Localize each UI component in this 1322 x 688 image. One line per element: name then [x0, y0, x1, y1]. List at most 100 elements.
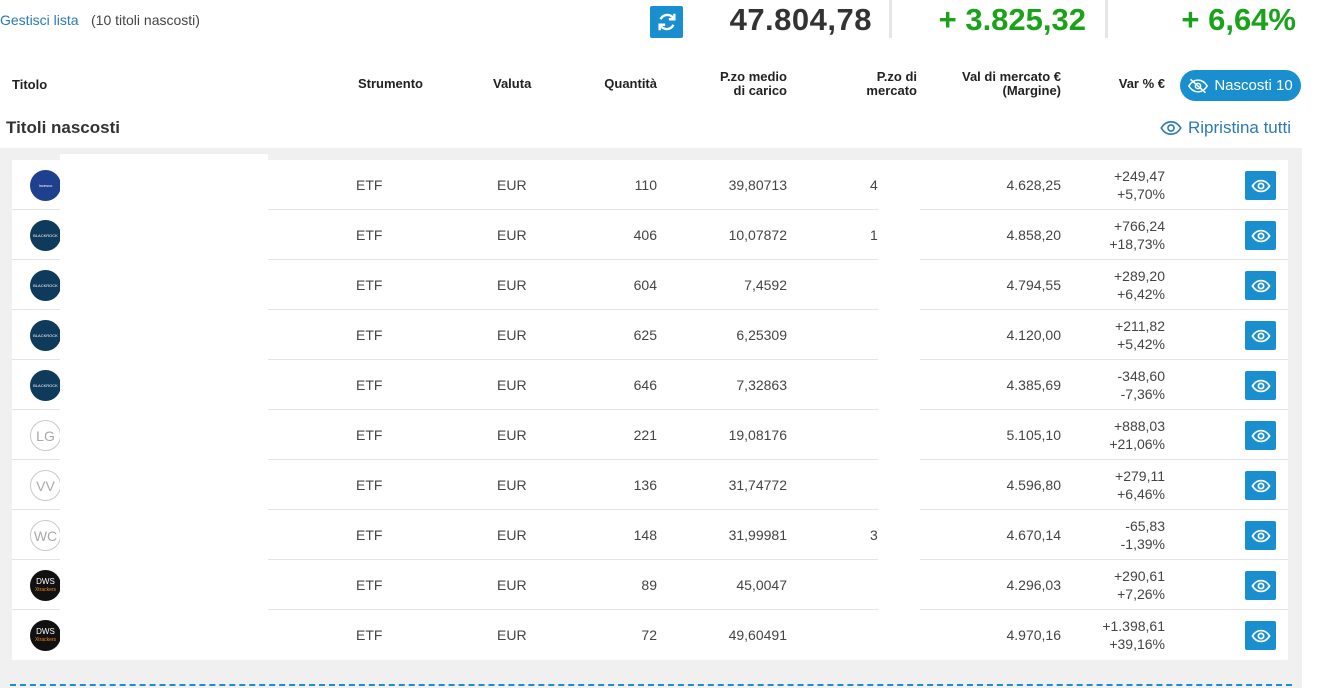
cell-market-value: 4.596,80 [1006, 477, 1062, 493]
header-pm[interactable]: P.zo di mercato [840, 70, 917, 98]
var-absolute: -65,83 [1125, 518, 1165, 534]
header-market-value-line2: (Margine) [1002, 83, 1062, 98]
issuer-logo: LG [30, 420, 61, 451]
cell-pmc: 31,99981 [728, 527, 787, 543]
var-absolute: -348,60 [1117, 368, 1165, 384]
column-headers: Titolo Strumento Valuta Quantità P.zo me… [0, 62, 1322, 108]
cell-market-value: 4.670,14 [1006, 527, 1062, 543]
header-strumento[interactable]: Strumento [358, 77, 423, 91]
show-title-button[interactable] [1245, 521, 1276, 550]
var-absolute: +888,03 [1114, 418, 1165, 434]
var-percent: -1,39% [1120, 536, 1165, 552]
total-value: 47.804,78 [729, 2, 872, 37]
issuer-logo: VV [30, 470, 61, 501]
cell-strumento: ETF [356, 577, 383, 593]
var-absolute: +290,61 [1114, 568, 1165, 584]
cell-strumento: ETF [356, 477, 383, 493]
cell-valuta: EUR [497, 377, 527, 393]
restore-all-link[interactable]: Ripristina tutti [1160, 118, 1291, 138]
cell-market-value: 4.296,03 [1006, 577, 1062, 593]
show-title-button[interactable] [1245, 471, 1276, 500]
var-absolute: +289,20 [1114, 268, 1165, 284]
var-percent: +18,73% [1109, 236, 1165, 252]
section-divider [10, 684, 1292, 686]
cell-pmc: 10,07872 [728, 227, 787, 243]
eye-off-icon [1188, 78, 1209, 93]
cell-strumento: ETF [356, 377, 383, 393]
cell-var: +888,03 +21,06% [1072, 417, 1165, 453]
logo-text: BLACKROCK [33, 283, 58, 288]
header-var[interactable]: Var % € [1100, 77, 1165, 91]
eye-icon [1250, 629, 1271, 642]
cell-var: +289,20 +6,42% [1072, 267, 1165, 303]
cell-market-value: 4.628,25 [1006, 177, 1062, 193]
issuer-logo: BLACKROCK [30, 220, 61, 251]
logo-text: BLACKROCK [33, 333, 58, 338]
show-title-button[interactable] [1245, 321, 1276, 350]
cell-market-value: 4.120,00 [1006, 327, 1062, 343]
cell-strumento: ETF [356, 527, 383, 543]
cell-pmc: 7,4592 [744, 277, 787, 293]
cell-valuta: EUR [497, 227, 527, 243]
cell-strumento: ETF [356, 627, 383, 643]
cell-pm: 3 [870, 527, 878, 543]
show-title-button[interactable] [1245, 221, 1276, 250]
cell-strumento: ETF [356, 177, 383, 193]
redacted-market-price-column [878, 160, 920, 659]
divider [1105, 0, 1108, 38]
logo-text: Invesco [38, 183, 53, 188]
header-market-value[interactable]: Val di mercato € (Margine) [940, 70, 1061, 98]
cell-quantita: 89 [641, 577, 657, 593]
cell-var: +279,11 +6,46% [1072, 467, 1165, 503]
logo-text: DWS [36, 626, 55, 636]
header-pm-line1: P.zo di [876, 69, 917, 84]
cell-quantita: 110 [634, 177, 657, 193]
show-title-button[interactable] [1245, 371, 1276, 400]
cell-var: +1.398,61 +39,16% [1072, 617, 1165, 653]
issuer-logo: BLACKROCK [30, 270, 61, 301]
cell-quantita: 646 [633, 377, 657, 393]
show-title-button[interactable] [1245, 621, 1276, 650]
header-titolo[interactable]: Titolo [12, 78, 47, 92]
header-quantita[interactable]: Quantità [572, 77, 657, 91]
logo-text: BLACKROCK [33, 233, 58, 238]
logo-text: DWS [36, 576, 55, 586]
show-title-button[interactable] [1245, 421, 1276, 450]
cell-quantita: 148 [633, 527, 657, 543]
eye-icon [1250, 479, 1271, 492]
eye-icon [1250, 429, 1271, 442]
cell-valuta: EUR [497, 177, 527, 193]
manage-list-link[interactable]: Gestisci lista [0, 12, 79, 28]
issuer-logo: Invesco [30, 170, 61, 201]
issuer-logo: BLACKROCK [30, 320, 61, 351]
hidden-titles-count: (10 titoli nascosti) [91, 12, 200, 28]
cell-pmc: 7,32863 [736, 377, 787, 393]
hidden-toggle-button[interactable]: Nascosti 10 [1180, 70, 1301, 101]
header-valuta[interactable]: Valuta [493, 77, 531, 91]
cell-market-value: 4.794,55 [1006, 277, 1062, 293]
section-title: Titoli nascosti [6, 118, 120, 137]
show-title-button[interactable] [1245, 271, 1276, 300]
cell-strumento: ETF [356, 227, 383, 243]
eye-icon [1250, 229, 1271, 242]
var-absolute: +211,82 [1115, 318, 1165, 334]
cell-valuta: EUR [497, 477, 527, 493]
var-percent: +7,26% [1117, 586, 1165, 602]
var-percent: +5,70% [1117, 186, 1165, 202]
logo-text: VV [36, 477, 55, 494]
cell-valuta: EUR [497, 327, 527, 343]
cell-pmc: 19,08176 [728, 427, 787, 443]
refresh-button[interactable] [650, 6, 683, 38]
cell-var: +249,47 +5,70% [1072, 167, 1165, 203]
cell-pm: 1 [870, 227, 878, 243]
portfolio-summary-bar: Gestisci lista (10 titoli nascosti) 47.8… [0, 0, 1322, 44]
show-title-button[interactable] [1245, 171, 1276, 200]
cell-strumento: ETF [356, 277, 383, 293]
show-title-button[interactable] [1245, 571, 1276, 600]
hidden-toggle-label: Nascosti 10 [1214, 77, 1293, 94]
cell-var: -65,83 -1,39% [1072, 517, 1165, 553]
var-percent: +6,46% [1117, 486, 1165, 502]
cell-market-value: 4.858,20 [1006, 227, 1062, 243]
header-pmc-line1: P.zo medio [720, 69, 787, 84]
header-pmc[interactable]: P.zo medio di carico [690, 70, 787, 98]
